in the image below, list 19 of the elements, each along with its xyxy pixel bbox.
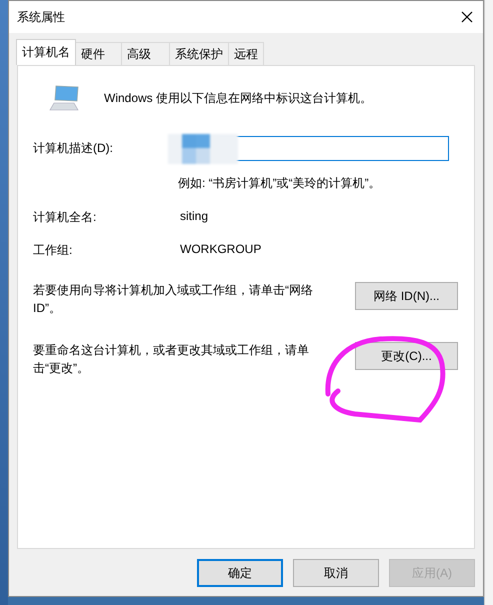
hint-text: 例如: “书房计算机”或“美玲的计算机”。 [178,175,382,192]
workgroup-value: WORKGROUP [180,242,262,258]
instruction-text: 若要使用向导将计算机加入域或工作组，请单击“网络 ID”。 [33,282,314,317]
instruction-text: 要重命名这台计算机，或者更改其域或工作组，请单击“更改”。 [33,342,310,377]
close-icon[interactable] [461,11,473,23]
computer-icon [48,84,80,112]
dialog-button[interactable]: 确定 [197,559,283,587]
field-label: 计算机全名: [33,209,98,226]
action-button[interactable]: 更改(C)... [355,342,458,370]
tab[interactable]: 远程 [228,42,264,65]
intro-text: Windows 使用以下信息在网络中标识这台计算机。 [104,90,372,106]
redaction-mark [168,134,238,164]
computer-name-value: siting [180,209,208,225]
window-title: 系统属性 [17,8,65,26]
dialog-button[interactable]: 取消 [293,559,379,587]
field-label: 工作组: [33,242,74,259]
field-label: 计算机描述(D): [33,140,114,157]
action-button[interactable]: 网络 ID(N)... [355,282,458,310]
tab[interactable]: 计算机名 [16,39,76,65]
